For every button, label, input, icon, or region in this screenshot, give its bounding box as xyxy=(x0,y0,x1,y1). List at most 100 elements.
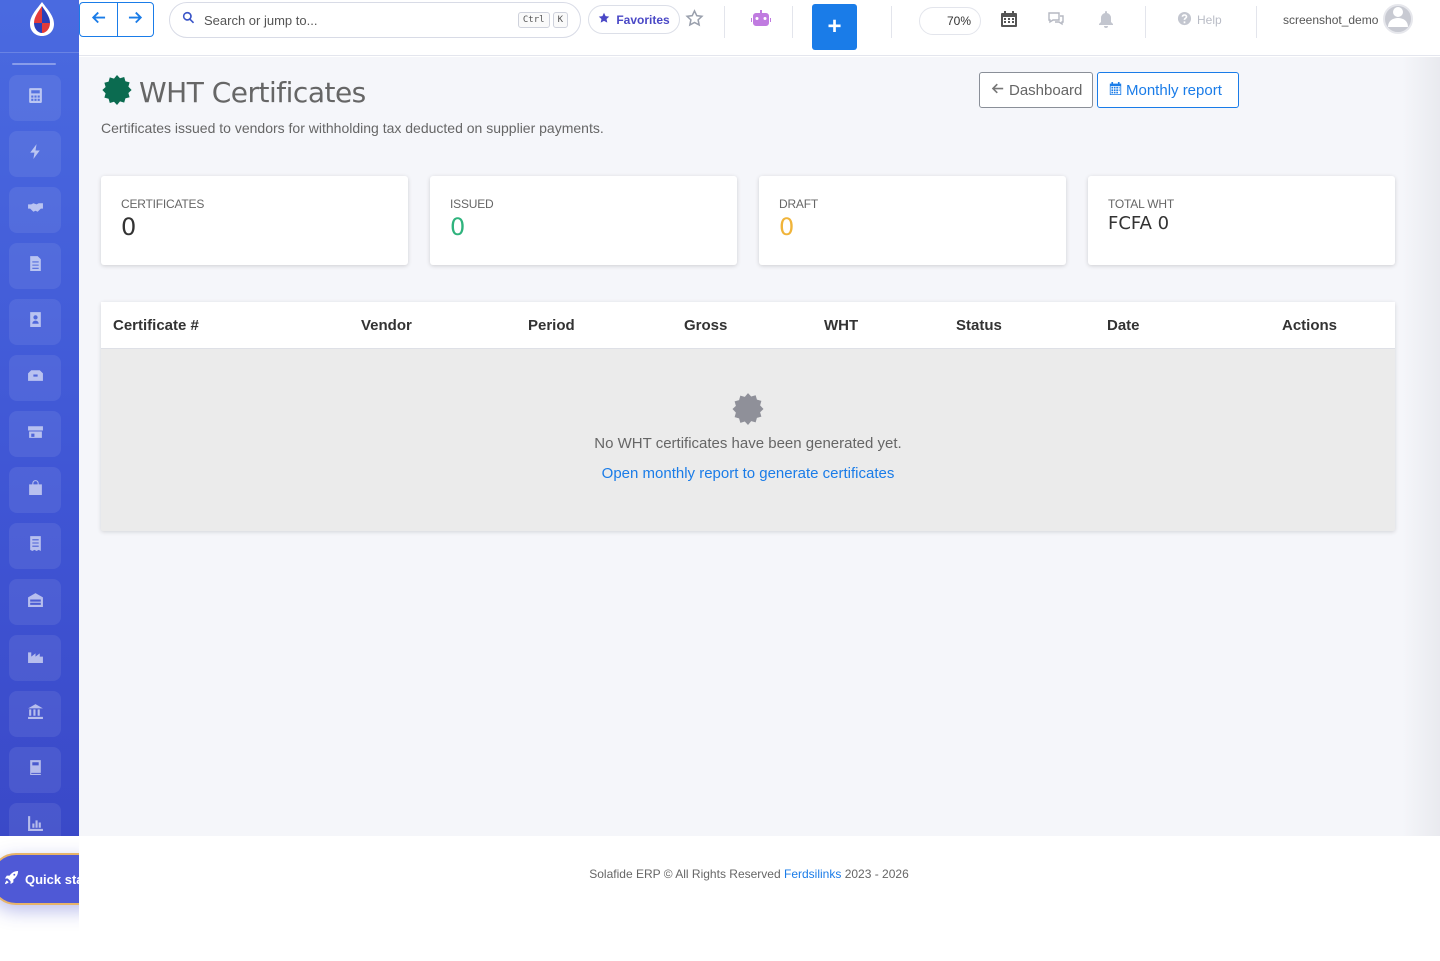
avatar[interactable] xyxy=(1383,4,1413,34)
column-header[interactable]: Date xyxy=(1107,317,1140,334)
column-header[interactable]: Vendor xyxy=(361,317,412,334)
stat-value: 0 xyxy=(121,213,137,241)
favorites-label: Favorites xyxy=(616,12,670,27)
global-search[interactable]: Search or jump to... Ctrl K xyxy=(169,2,581,38)
column-header[interactable]: Certificate # xyxy=(113,317,199,334)
zoom-level[interactable]: 70% xyxy=(919,7,981,35)
sidebar-item-quick-actions[interactable] xyxy=(9,131,61,177)
messages-button[interactable] xyxy=(1047,10,1065,28)
star-outline-icon xyxy=(685,9,704,32)
column-header[interactable]: Gross xyxy=(684,317,727,334)
search-placeholder: Search or jump to... xyxy=(204,12,318,28)
column-header[interactable]: WHT xyxy=(824,317,858,334)
sidebar-divider-short xyxy=(12,63,56,65)
help-link[interactable]: Help xyxy=(1177,11,1222,29)
bell-icon xyxy=(1097,11,1115,32)
empty-state-message: No WHT certificates have been generated … xyxy=(594,435,902,452)
footer-brand-link[interactable]: Ferdsilinks xyxy=(784,867,841,881)
footer: Solafide ERP © All Rights Reserved Ferds… xyxy=(79,836,1440,961)
store-icon xyxy=(27,423,44,445)
calculator-icon xyxy=(27,87,44,109)
dashboard-button-label: Dashboard xyxy=(1009,81,1083,99)
arrow-left-icon xyxy=(91,10,106,30)
stat-value: 0 xyxy=(779,213,795,241)
stat-card-issued: ISSUED 0 xyxy=(430,176,737,265)
certificate-badge-icon xyxy=(101,74,139,111)
sidebar xyxy=(0,0,79,849)
calendar-button[interactable] xyxy=(1000,10,1018,28)
calendar-icon xyxy=(1000,11,1018,32)
notifications-button[interactable] xyxy=(1097,10,1115,28)
sidebar-item-accounting[interactable] xyxy=(9,75,61,121)
sidebar-item-crm[interactable] xyxy=(9,187,61,233)
document-icon xyxy=(27,255,44,277)
monthly-report-label: Monthly report xyxy=(1126,81,1222,99)
stat-card-draft: DRAFT 0 xyxy=(759,176,1066,265)
certificates-table: Certificate # Vendor Period Gross WHT St… xyxy=(101,302,1395,531)
footer-years: 2023 - 2026 xyxy=(844,867,909,881)
username[interactable]: screenshot_demo xyxy=(1283,13,1378,27)
star-filled-icon xyxy=(598,12,616,27)
footer-copyright: Solafide ERP © All Rights Reserved xyxy=(589,867,781,881)
sidebar-divider xyxy=(0,52,79,53)
sidebar-item-contacts[interactable] xyxy=(9,299,61,345)
warehouse-icon xyxy=(27,591,44,613)
assistant-button[interactable] xyxy=(751,10,771,28)
sidebar-item-documents[interactable] xyxy=(9,243,61,289)
bank-icon xyxy=(27,703,44,725)
back-button[interactable] xyxy=(80,3,117,36)
sidebar-item-warehouse[interactable] xyxy=(9,579,61,625)
stat-label: TOTAL WHT xyxy=(1108,197,1174,211)
stat-label: DRAFT xyxy=(779,197,818,211)
sidebar-item-sales[interactable] xyxy=(9,467,61,513)
arrow-right-icon xyxy=(128,10,143,30)
column-header[interactable]: Period xyxy=(528,317,575,334)
sidebar-item-inventory[interactable] xyxy=(9,355,61,401)
history-nav xyxy=(79,2,154,37)
boxes-icon xyxy=(27,367,44,389)
sidebar-item-manufacturing[interactable] xyxy=(9,635,61,681)
shortcut-key-ctrl: Ctrl xyxy=(517,12,550,28)
forward-button[interactable] xyxy=(116,3,154,36)
arrow-left-icon xyxy=(991,82,1009,99)
shortcut-key-k: K xyxy=(552,12,568,28)
create-new-button[interactable]: + xyxy=(812,4,857,50)
top-bar: Search or jump to... Ctrl K Favorites + … xyxy=(79,0,1440,56)
main-content: WHT Certificates Certificates issued to … xyxy=(79,57,1440,836)
dashboard-button[interactable]: Dashboard xyxy=(979,72,1093,108)
sidebar-item-store[interactable] xyxy=(9,411,61,457)
question-circle-icon xyxy=(1177,11,1197,29)
sidebar-item-banking[interactable] xyxy=(9,691,61,737)
page-title: WHT Certificates xyxy=(139,76,366,109)
user-icon xyxy=(1386,6,1410,32)
sidebar-item-invoices[interactable] xyxy=(9,523,61,569)
favorites-button[interactable]: Favorites xyxy=(588,5,680,34)
column-header[interactable]: Status xyxy=(956,317,1002,334)
receipt-icon xyxy=(27,535,44,557)
footer-text: Solafide ERP © All Rights Reserved Ferds… xyxy=(79,867,1419,881)
divider xyxy=(1256,6,1257,38)
sidebar-item-reports[interactable] xyxy=(9,803,61,849)
add-favorite-button[interactable] xyxy=(685,9,705,29)
chart-icon xyxy=(27,815,44,837)
column-header: Actions xyxy=(1282,317,1338,334)
factory-icon xyxy=(27,647,44,669)
monthly-report-button[interactable]: Monthly report xyxy=(1097,72,1239,108)
sidebar-item-ledger[interactable] xyxy=(9,747,61,793)
empty-state-link: Open monthly report to generate certific… xyxy=(101,465,1395,482)
app-logo[interactable] xyxy=(28,2,56,36)
generate-certificates-link[interactable]: Open monthly report to generate certific… xyxy=(602,465,895,482)
stat-value: FCFA 0 xyxy=(1108,213,1170,234)
page-header: WHT Certificates xyxy=(101,74,366,111)
stat-label: ISSUED xyxy=(450,197,494,211)
stat-card-total-wht: TOTAL WHT FCFA 0 xyxy=(1088,176,1395,265)
contact-icon xyxy=(27,311,44,333)
rocket-icon xyxy=(4,870,25,888)
divider xyxy=(724,6,725,38)
robot-icon xyxy=(751,10,771,32)
table-header: Certificate # Vendor Period Gross WHT St… xyxy=(101,302,1395,349)
stat-value: 0 xyxy=(450,213,466,241)
bolt-icon xyxy=(27,143,44,165)
shopping-bag-icon xyxy=(27,479,44,501)
help-label: Help xyxy=(1197,13,1222,27)
